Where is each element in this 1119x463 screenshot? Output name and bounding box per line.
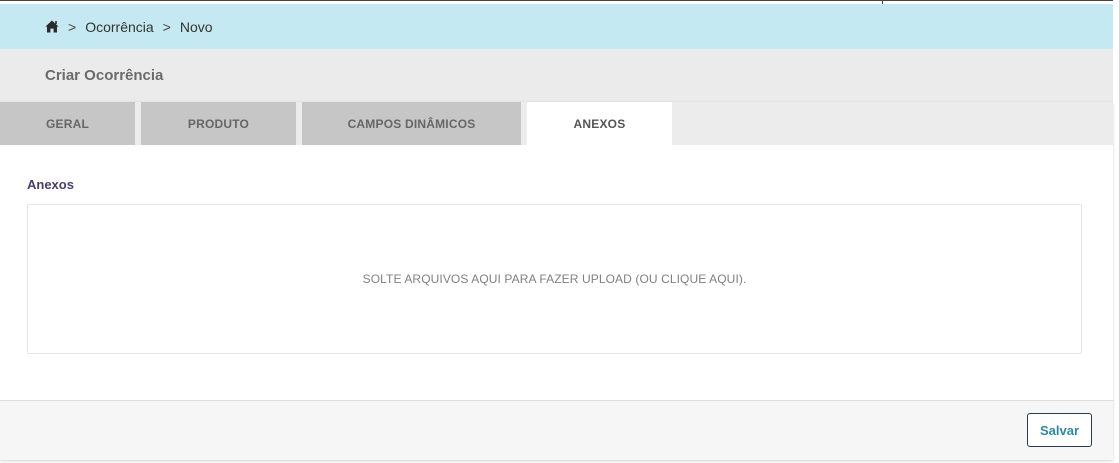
tab-campos-dinamicos[interactable]: CAMPOS DINÂMICOS xyxy=(302,102,521,145)
breadcrumb-separator: > xyxy=(162,18,171,35)
file-dropzone[interactable]: SOLTE ARQUIVOS AQUI PARA FAZER UPLOAD (O… xyxy=(27,204,1082,354)
tab-geral[interactable]: GERAL xyxy=(0,102,135,145)
breadcrumb-separator: > xyxy=(68,18,77,35)
tab-bar: GERAL PRODUTO CAMPOS DINÂMICOS ANEXOS xyxy=(0,102,1113,145)
form-panel: GERAL PRODUTO CAMPOS DINÂMICOS ANEXOS An… xyxy=(0,102,1113,460)
tab-anexos[interactable]: ANEXOS xyxy=(527,102,672,145)
breadcrumb: > Ocorrência > Novo xyxy=(0,4,1113,49)
breadcrumb-item-novo: Novo xyxy=(179,18,213,35)
page-header: Criar Ocorrência xyxy=(0,49,1113,102)
breadcrumb-item-ocorrencia[interactable]: Ocorrência xyxy=(85,19,153,35)
home-icon[interactable] xyxy=(45,20,59,34)
attachments-section-label: Anexos xyxy=(27,177,74,192)
save-button[interactable]: Salvar xyxy=(1027,413,1092,447)
form-footer: Salvar xyxy=(0,400,1113,460)
page-title: Criar Ocorrência xyxy=(45,67,164,84)
dropzone-text: SOLTE ARQUIVOS AQUI PARA FAZER UPLOAD (O… xyxy=(362,272,747,286)
tab-produto[interactable]: PRODUTO xyxy=(141,102,296,145)
